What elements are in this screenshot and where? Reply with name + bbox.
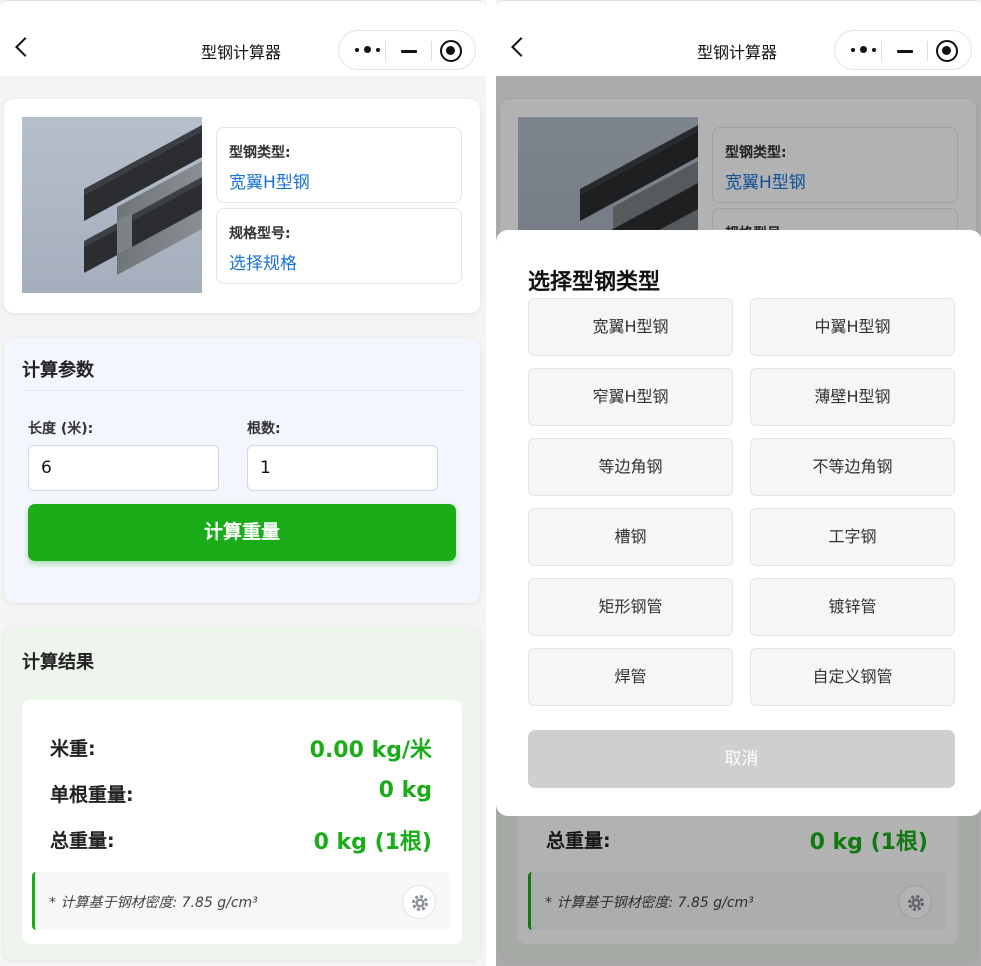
option-button[interactable]: 矩形钢管 [528,578,733,636]
total-weight-value: 0 kg (1根) [313,830,432,855]
meter-weight-value: 0.00 kg/米 [309,738,432,763]
params-title: 计算参数 [22,360,94,381]
result-panel: 米重: 0.00 kg/米 单根重量: 0 kg 总重量: 0 kg (1根) … [22,700,462,944]
density-note-text: * 计算基于钢材密度: 7.85 g/cm³ [49,895,258,911]
option-button[interactable]: 中翼H型钢 [750,298,955,356]
spec-label: 规格型号: [229,226,291,242]
meter-weight-label: 米重: [50,738,96,760]
option-button[interactable]: 镀锌管 [750,578,955,636]
capsule-divider [431,41,432,61]
density-note: * 计算基于钢材密度: 7.85 g/cm³ [32,872,450,930]
count-label: 根数: [247,421,281,437]
mini-program-capsule [338,30,476,70]
option-button[interactable]: 不等边角钢 [750,438,955,496]
steel-info-card: 型钢类型: 宽翼H型钢 规格型号: 选择规格 [4,99,480,313]
option-button[interactable]: 焊管 [528,648,733,706]
single-weight-label: 单根重量: [50,784,134,806]
picker-title: 选择型钢类型 [528,270,661,295]
steel-type-label: 型钢类型: [229,145,291,161]
calculate-button[interactable]: 计算重量 [28,504,456,561]
option-button[interactable]: 工字钢 [750,508,955,566]
length-label: 长度 (米): [28,421,94,437]
divider [22,390,462,391]
total-weight-label: 总重量: [50,830,115,852]
gear-icon[interactable] [402,885,436,919]
h-beam-image [22,117,202,293]
target-circle-icon[interactable] [440,40,462,62]
count-input[interactable]: 1 [247,445,438,491]
steel-type-box[interactable]: 型钢类型: 宽翼H型钢 [216,127,462,203]
minus-icon[interactable] [401,50,417,53]
option-button[interactable]: 槽钢 [528,508,733,566]
steel-type-value[interactable]: 宽翼H型钢 [229,168,310,193]
spec-value[interactable]: 选择规格 [229,249,297,274]
capsule-divider [385,41,386,61]
params-card: 计算参数 长度 (米): 6 根数: 1 计算重量 [4,338,480,603]
option-button[interactable]: 等边角钢 [528,438,733,496]
result-card: 计算结果 米重: 0.00 kg/米 单根重量: 0 kg 总重量: 0 kg … [4,628,480,960]
length-input[interactable]: 6 [28,445,219,491]
option-button[interactable]: 宽翼H型钢 [528,298,733,356]
option-button[interactable]: 薄壁H型钢 [750,368,955,426]
option-button[interactable]: 窄翼H型钢 [528,368,733,426]
calculator-screen: 型钢计算器 型钢类型: 宽翼H型钢 规格型号: 选择规格 计算参数 长度 (米)… [0,0,486,966]
single-weight-value: 0 kg [378,778,432,803]
nav-bar: 型钢计算器 [0,0,486,76]
spec-box[interactable]: 规格型号: 选择规格 [216,208,462,284]
steel-type-picker: 选择型钢类型 宽翼H型钢 中翼H型钢 窄翼H型钢 薄壁H型钢 等边角钢 不等边角… [496,230,981,816]
more-dots-icon[interactable] [351,41,385,59]
option-button[interactable]: 自定义钢管 [750,648,955,706]
result-title: 计算结果 [22,652,94,673]
type-picker-screen: 型钢计算器 型钢类型: 宽翼H型钢 规格型号 [496,0,981,966]
cancel-button[interactable]: 取消 [528,730,955,788]
